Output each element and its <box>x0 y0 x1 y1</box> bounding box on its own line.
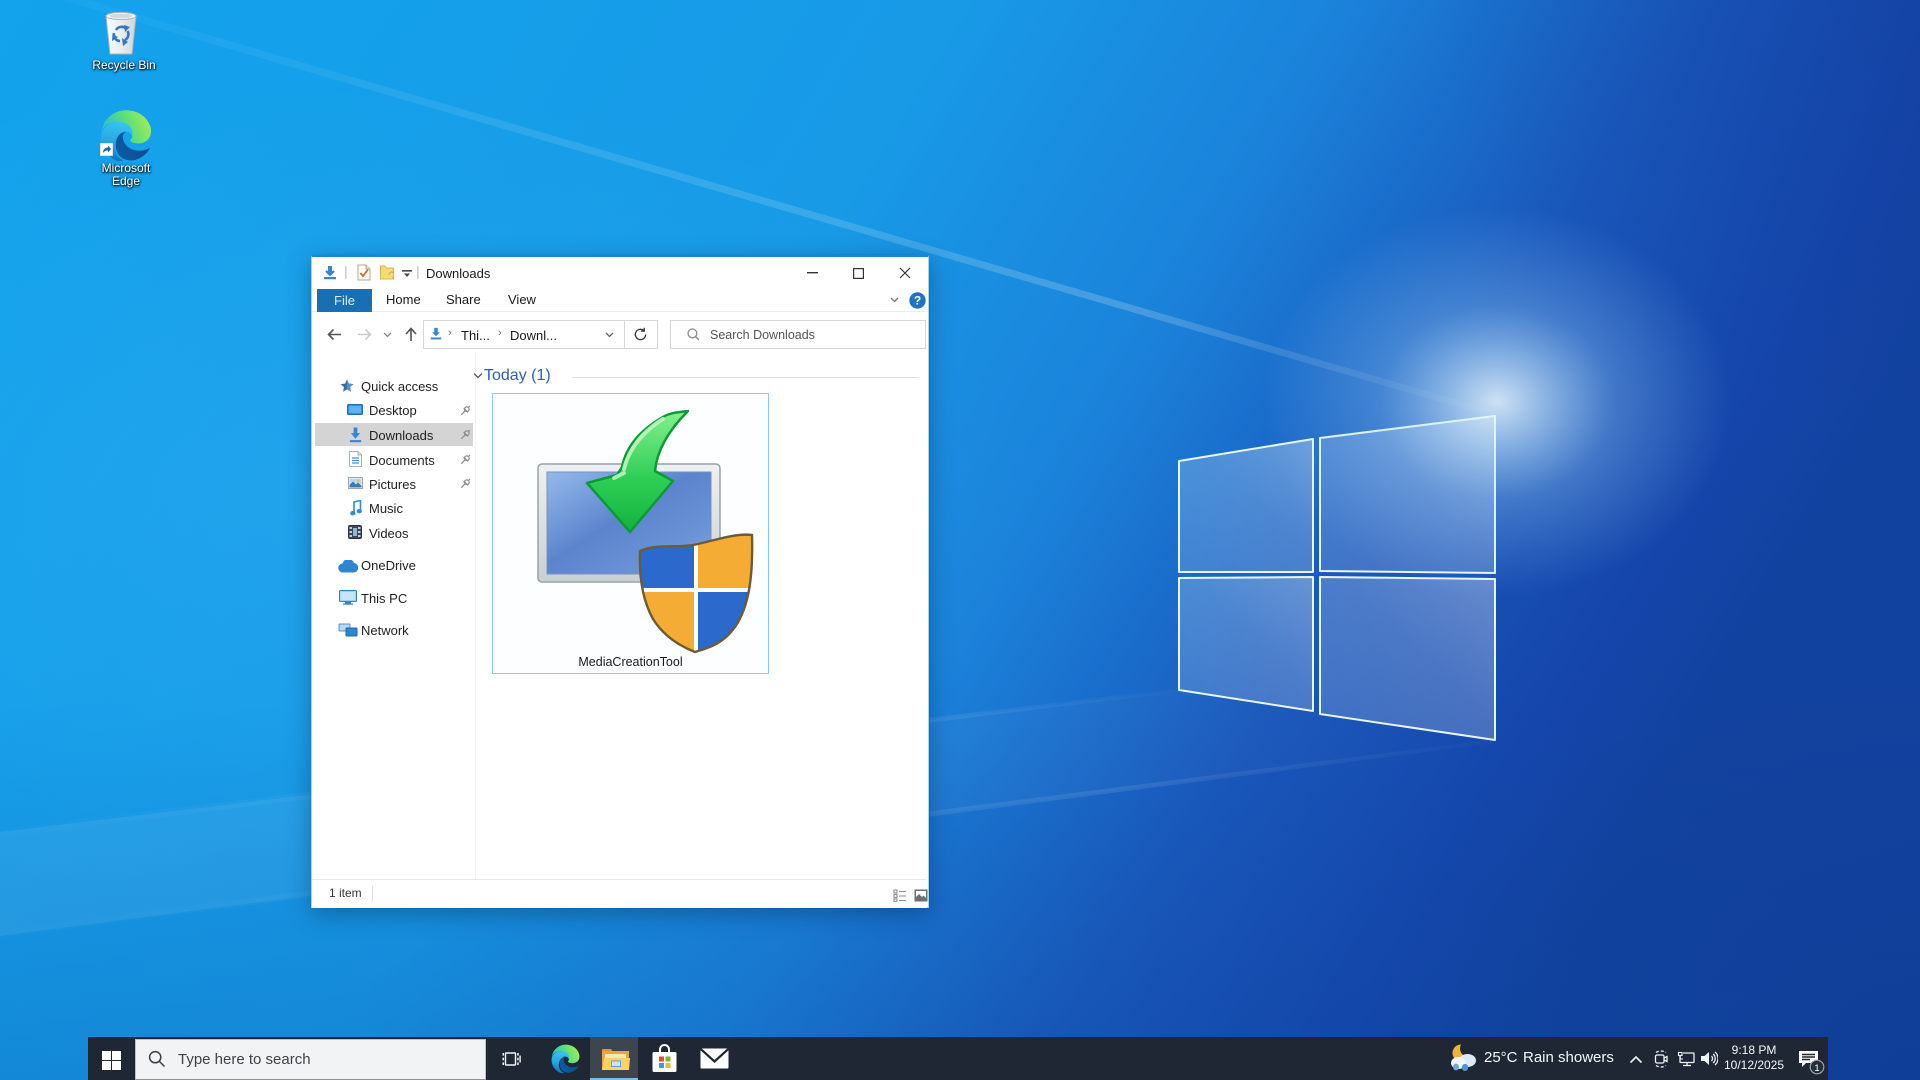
svg-text:1: 1 <box>1814 1063 1819 1074</box>
svg-text:?: ? <box>914 294 921 308</box>
